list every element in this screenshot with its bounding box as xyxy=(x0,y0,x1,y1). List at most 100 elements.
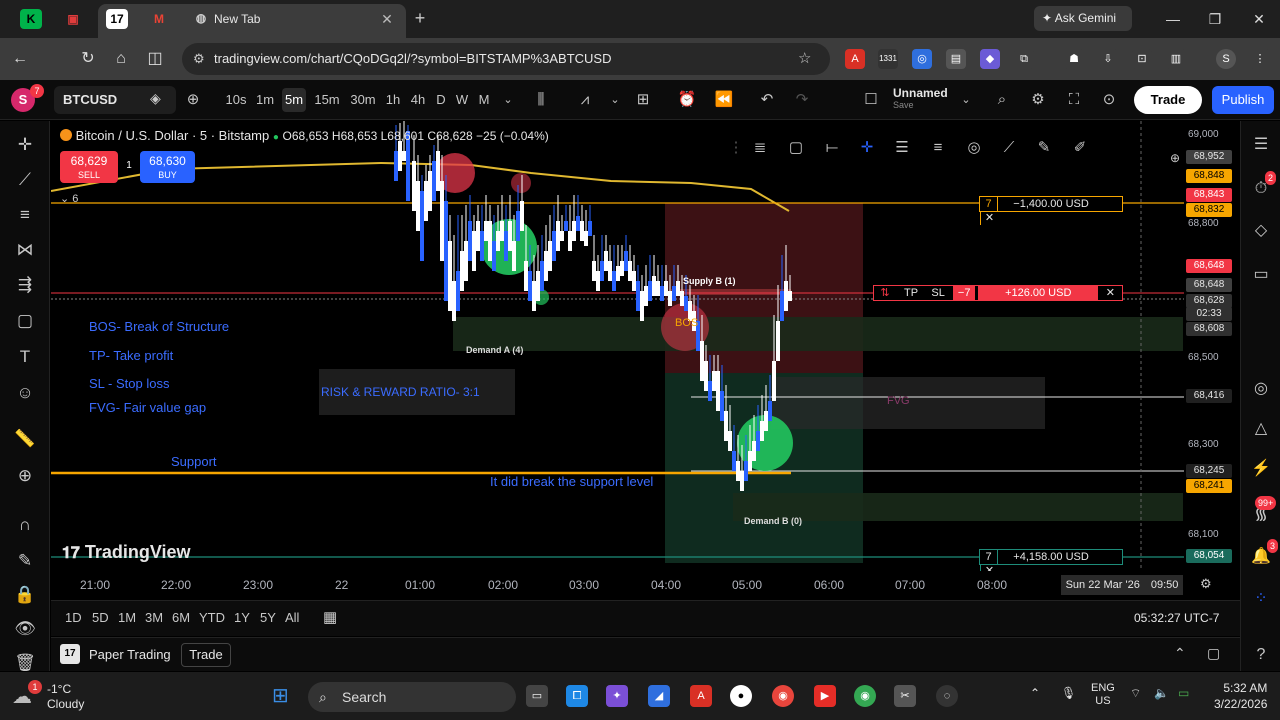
note-break[interactable]: It did break the support level xyxy=(490,474,653,489)
circle-tool-icon[interactable]: ◎ xyxy=(962,136,986,160)
mic-icon[interactable]: 🎙 xyxy=(1061,686,1076,700)
trend-line-icon[interactable]: ⟋ xyxy=(13,168,37,192)
note-bos[interactable]: BOS- Break of Structure xyxy=(89,319,229,334)
legend-title[interactable]: Bitcoin / U.S. Dollar · 5 · Bitstamp xyxy=(76,128,270,143)
screenshot-extension-icon[interactable]: ▤ xyxy=(946,49,966,69)
time-axis[interactable]: 21:00 22:00 23:00 22 01:00 02:00 03:00 04:00 05:… xyxy=(51,571,1240,599)
rectangle-tool-icon[interactable]: ▢ xyxy=(784,136,808,160)
range-5d[interactable]: 5D xyxy=(92,610,109,625)
text-tool-icon[interactable]: T xyxy=(13,345,37,369)
taskbar-clock[interactable]: 5:32 AM 3/22/2026 xyxy=(1214,680,1267,712)
download-icon[interactable]: ⇩ xyxy=(1098,49,1118,69)
range-1m[interactable]: 1M xyxy=(118,610,136,625)
site-info-icon[interactable]: ⚙ xyxy=(193,43,205,75)
forecast-icon[interactable]: ⇶ xyxy=(13,273,37,297)
side-panel-icon[interactable]: ▥ xyxy=(1166,49,1186,69)
mid-tp[interactable]: TP xyxy=(899,286,923,300)
trade-button[interactable]: Trade xyxy=(1134,86,1202,114)
target-icon[interactable]: ◎ xyxy=(1249,377,1273,401)
reload-icon[interactable]: ↻ xyxy=(76,47,100,71)
extension-badge-icon[interactable]: 1331 xyxy=(878,49,898,69)
chrome-profile-icon[interactable]: ◉ xyxy=(854,685,876,707)
range-1d[interactable]: 1D xyxy=(65,610,82,625)
profile-avatar-icon[interactable]: S xyxy=(1216,49,1236,69)
streams-icon[interactable]: ⚡ xyxy=(1249,457,1273,481)
ruler-icon[interactable]: 📏 xyxy=(13,427,37,451)
interval-1m[interactable]: 1m xyxy=(254,88,276,112)
indicators-icon[interactable]: ⩘ xyxy=(574,89,596,111)
shapes-icon[interactable]: ▢ xyxy=(13,309,37,333)
layouts-icon[interactable]: ⊞ xyxy=(632,89,654,111)
crosshair-icon[interactable]: ✛ xyxy=(13,133,37,157)
note-tp[interactable]: TP- Take profit xyxy=(89,348,173,363)
youtube-icon[interactable]: ▶ xyxy=(814,685,836,707)
publish-button[interactable]: Publish xyxy=(1212,86,1274,114)
date-picker-icon[interactable]: ▦ xyxy=(323,608,337,626)
volume-icon[interactable]: 🔈 xyxy=(1154,686,1169,700)
new-tab-title[interactable]: New Tab xyxy=(214,8,364,30)
fib-retracement-icon[interactable]: ≡ xyxy=(926,136,950,160)
highlighter-icon[interactable]: ✐ xyxy=(1068,136,1092,160)
close-window-icon[interactable]: ✕ xyxy=(1248,8,1270,30)
eye-icon[interactable]: 👁 xyxy=(13,617,37,641)
interval-5m[interactable]: 5m xyxy=(282,88,306,112)
ideas-icon[interactable]: △ xyxy=(1249,417,1273,441)
interval-15m[interactable]: 15m xyxy=(314,88,340,112)
mid-sl[interactable]: SL xyxy=(926,286,950,300)
interval-dropdown-icon[interactable]: ⌄ xyxy=(497,89,519,111)
acrobat-icon[interactable]: A xyxy=(690,685,712,707)
language-indicator[interactable]: ENG US xyxy=(1091,682,1115,708)
top-close-icon[interactable]: ✕ xyxy=(980,211,998,225)
snip-icon[interactable]: ✂ xyxy=(894,685,916,707)
paper-trade-button[interactable]: Trade xyxy=(181,643,231,667)
browser-menu-icon[interactable]: ⋮ xyxy=(1250,49,1270,69)
note-fvg[interactable]: FVG- Fair value gap xyxy=(89,400,206,415)
interval-4h[interactable]: 4h xyxy=(410,88,426,112)
kite-tab-icon[interactable]: K xyxy=(20,9,42,29)
copilot-icon[interactable]: ✦ xyxy=(606,685,628,707)
taskbar-search[interactable]: ⌕ Search xyxy=(308,682,516,712)
fullscreen-icon[interactable]: ⛶ xyxy=(1063,89,1085,111)
price-axis[interactable]: 69,000 68,800 68,500 68,300 68,100 68,952 68,… xyxy=(1170,121,1240,571)
bottom-position-tag[interactable]: 7 +4,158.00 USD ✕ xyxy=(979,549,1123,571)
translate-extension-icon[interactable]: ◎ xyxy=(912,49,932,69)
help-icon[interactable]: ? xyxy=(1249,643,1273,667)
ray-tool-icon[interactable]: ⟋ xyxy=(997,136,1021,160)
note-support[interactable]: Support xyxy=(171,454,217,469)
redo-icon[interactable]: ↷ xyxy=(791,89,813,111)
pencil-lock-icon[interactable]: ✎ xyxy=(13,549,37,573)
magnet-icon[interactable]: ∩ xyxy=(13,513,37,537)
horizontal-ray-icon[interactable]: ⟝ xyxy=(820,136,844,160)
fib-icon[interactable]: ≡ xyxy=(13,203,37,227)
camera-icon[interactable]: ⊙ xyxy=(1098,89,1120,111)
cross-line-icon[interactable]: ✛ xyxy=(855,136,879,160)
patterns-icon[interactable]: ⋈ xyxy=(13,238,37,262)
interval-30m[interactable]: 30m xyxy=(349,88,377,112)
range-3m[interactable]: 3M xyxy=(145,610,163,625)
home-icon[interactable]: ⌂ xyxy=(109,47,133,71)
mid-close-icon[interactable]: ✕ xyxy=(1101,286,1119,300)
buy-button[interactable]: 68,630 BUY xyxy=(140,151,195,183)
gmail-tab-icon[interactable]: M xyxy=(148,9,170,29)
robot-icon[interactable]: ☗ xyxy=(1064,49,1084,69)
bottom-close-icon[interactable]: ✕ xyxy=(980,564,998,571)
maps-icon[interactable]: ● xyxy=(730,685,752,707)
task-view-icon[interactable]: ▭ xyxy=(526,685,548,707)
mid-position-tag[interactable]: ⇅ TP SL −7 +126.00 USD ✕ xyxy=(873,285,1123,301)
collapse-panel-icon[interactable]: ⌃ xyxy=(1174,645,1186,662)
range-5y[interactable]: 5Y xyxy=(260,610,276,625)
ai-extension-icon[interactable]: ◆ xyxy=(980,49,1000,69)
layers-icon[interactable]: ◇ xyxy=(1249,219,1273,243)
layout-name[interactable]: Unnamed Save xyxy=(893,86,955,114)
restore-icon[interactable]: ❐ xyxy=(1204,8,1226,30)
layout-square-icon[interactable]: ☐ xyxy=(860,89,882,111)
range-1y[interactable]: 1Y xyxy=(234,610,250,625)
quick-search-icon[interactable]: ⌕ xyxy=(991,89,1013,111)
maximize-panel-icon[interactable]: ▢ xyxy=(1207,645,1220,662)
drag-handle-icon[interactable]: ⋮ xyxy=(724,136,748,160)
back-icon[interactable]: ← xyxy=(8,47,32,71)
battery-icon[interactable]: ▭ xyxy=(1178,686,1189,700)
chrome-icon[interactable]: ◉ xyxy=(772,685,794,707)
reverse-icon[interactable]: ⇅ xyxy=(874,286,896,300)
interval-m[interactable]: M xyxy=(477,88,491,112)
